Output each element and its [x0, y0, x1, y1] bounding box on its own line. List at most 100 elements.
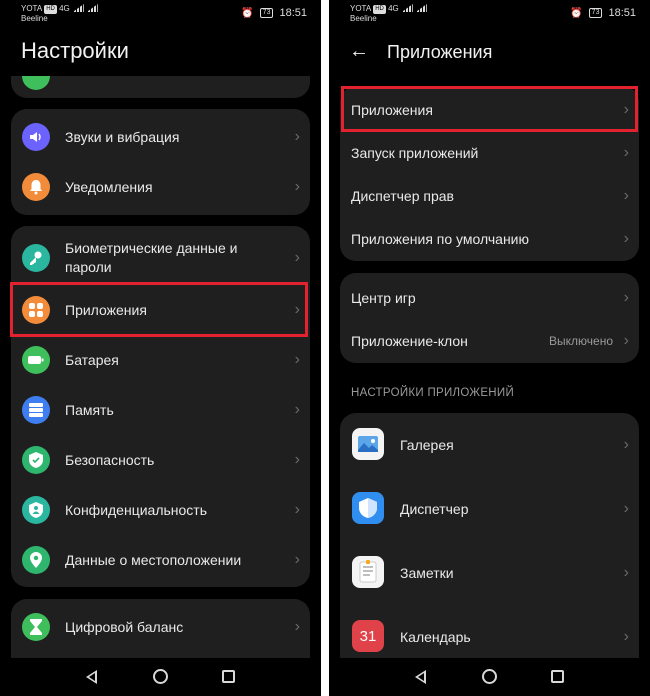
menu-item-app-twin[interactable]: Приложение-клон Выключено › — [340, 319, 639, 362]
status-right: ⏰ 73 18:51 — [570, 7, 636, 19]
home-nav-button[interactable] — [153, 669, 168, 684]
settings-item-biometrics[interactable]: Биометрические данные и пароли › — [11, 233, 310, 283]
chevron-right-icon: › — [623, 331, 629, 349]
settings-item-security[interactable]: Безопасность › — [11, 435, 310, 485]
menu-item-game-center[interactable]: Центр игр › — [340, 276, 639, 319]
storage-icon — [22, 396, 50, 424]
app-item-gallery[interactable]: Галерея › — [340, 413, 639, 477]
menu-item-label: Приложение-клон — [351, 332, 468, 349]
menu-item-label: Приложения по умолчанию — [351, 230, 529, 247]
sound-icon — [22, 123, 50, 151]
chevron-right-icon: › — [294, 401, 300, 418]
back-triangle-icon — [415, 670, 426, 684]
app-item-label: Календарь — [400, 629, 471, 645]
section-header: НАСТРОЙКИ ПРИЛОЖЕНИЙ — [351, 387, 515, 399]
settings-card-2: Биометрические данные и пароли › Приложе… — [11, 226, 310, 587]
chevron-right-icon: › — [294, 351, 300, 368]
calendar-day-number: 31 — [359, 627, 377, 645]
settings-item-notifications[interactable]: Уведомления › — [11, 162, 310, 212]
settings-item-location[interactable]: Данные о местоположении › — [11, 535, 310, 585]
settings-item-label: Уведомления — [65, 178, 153, 195]
chevron-right-icon: › — [294, 178, 300, 195]
chevron-right-icon: › — [294, 451, 300, 468]
clock: 18:51 — [608, 7, 636, 19]
apps-screen: YOTA HD 4G Beeline ⏰ 73 18:51 ← Приложени… — [329, 0, 650, 696]
settings-item-label: Приложения — [65, 301, 147, 318]
app-item-label: Заметки — [400, 565, 454, 581]
home-circle-icon — [153, 669, 168, 684]
menu-item-apps[interactable]: Приложения › — [340, 88, 639, 131]
carrier-info: YOTA HD 4G Beeline — [350, 4, 427, 23]
recents-square-icon — [551, 670, 564, 683]
settings-item-apps[interactable]: Приложения › — [11, 285, 310, 335]
menu-item-permissions[interactable]: Диспетчер прав › — [340, 174, 639, 217]
app-item-notes[interactable]: Заметки › — [340, 541, 639, 605]
settings-item-label: Батарея — [65, 351, 119, 368]
menu-item-app-launch[interactable]: Запуск приложений › — [340, 131, 639, 174]
partial-item-icon — [22, 76, 50, 90]
carrier-yota: YOTA — [350, 4, 372, 13]
menu-item-label: Центр игр — [351, 289, 416, 306]
home-circle-icon — [482, 669, 497, 684]
status-bar: YOTA HD 4G Beeline ⏰ 73 18:51 — [0, 0, 321, 30]
key-icon — [22, 244, 50, 272]
page-title: Приложения — [387, 42, 493, 62]
apps-card-1: Приложения › Запуск приложений › Диспетч… — [340, 86, 639, 261]
privacy-icon — [22, 496, 50, 524]
settings-item-label: Память — [65, 401, 114, 418]
settings-item-label: Конфиденциальность — [65, 501, 208, 518]
settings-card-partial — [11, 76, 310, 98]
chevron-right-icon: › — [623, 100, 629, 118]
settings-item-battery[interactable]: Батарея › — [11, 335, 310, 385]
settings-card-1: Звуки и вибрация › Уведомления › — [11, 109, 310, 215]
menu-item-default-apps[interactable]: Приложения по умолчанию › — [340, 217, 639, 260]
app-item-calendar[interactable]: 31 Календарь › — [340, 605, 639, 659]
back-nav-button[interactable] — [86, 670, 97, 684]
signal-icon-2 — [415, 4, 427, 12]
network-type: 4G — [388, 4, 399, 13]
signal-icon-2 — [86, 4, 98, 12]
back-arrow-icon[interactable]: ← — [349, 40, 369, 63]
phone-manager-icon — [352, 492, 384, 524]
menu-item-label: Приложения — [351, 101, 433, 118]
settings-item-label: Биометрические данные и пароли — [65, 240, 238, 275]
settings-item-sounds[interactable]: Звуки и вибрация › — [11, 112, 310, 162]
carrier-beeline: Beeline — [350, 14, 377, 23]
signal-icon — [401, 4, 413, 12]
chevron-right-icon: › — [294, 128, 300, 145]
status-right: ⏰ 73 18:51 — [241, 7, 307, 19]
app-item-label: Диспетчер — [400, 501, 469, 517]
hd-badge: HD — [373, 5, 386, 14]
chevron-right-icon: › — [623, 143, 629, 161]
settings-card-3: Цифровой баланс › — [11, 599, 310, 659]
settings-item-label: Звуки и вибрация — [65, 128, 180, 145]
home-nav-button[interactable] — [482, 669, 497, 684]
status-bar: YOTA HD 4G Beeline ⏰ 73 18:51 — [329, 0, 650, 30]
settings-screen: YOTA HD 4G Beeline ⏰ 73 18:51 Настройки З… — [0, 0, 321, 696]
settings-item-label: Данные о местоположении — [65, 551, 242, 568]
back-triangle-icon — [86, 670, 97, 684]
back-nav-button[interactable] — [415, 670, 426, 684]
hourglass-icon — [22, 613, 50, 641]
network-type: 4G — [59, 4, 70, 13]
navigation-bar — [0, 658, 321, 696]
app-twin-status: Выключено — [549, 333, 613, 348]
recents-nav-button[interactable] — [551, 670, 564, 683]
chevron-right-icon: › — [623, 229, 629, 247]
apps-card-2: Центр игр › Приложение-клон Выключено › — [340, 273, 639, 363]
settings-item-label: Цифровой баланс — [65, 618, 184, 635]
settings-item-privacy[interactable]: Конфиденциальность › — [11, 485, 310, 535]
settings-item-digital-balance[interactable]: Цифровой баланс › — [11, 602, 310, 652]
chevron-right-icon: › — [623, 564, 629, 581]
shield-icon — [22, 446, 50, 474]
navigation-bar — [329, 658, 650, 696]
recents-nav-button[interactable] — [222, 670, 235, 683]
hd-badge: HD — [44, 5, 57, 14]
settings-item-storage[interactable]: Память › — [11, 385, 310, 435]
chevron-right-icon: › — [294, 501, 300, 518]
calendar-icon: 31 — [352, 620, 384, 652]
chevron-right-icon: › — [294, 618, 300, 635]
app-item-phone-manager[interactable]: Диспетчер › — [340, 477, 639, 541]
chevron-right-icon: › — [623, 288, 629, 306]
alarm-icon: ⏰ — [570, 7, 583, 19]
